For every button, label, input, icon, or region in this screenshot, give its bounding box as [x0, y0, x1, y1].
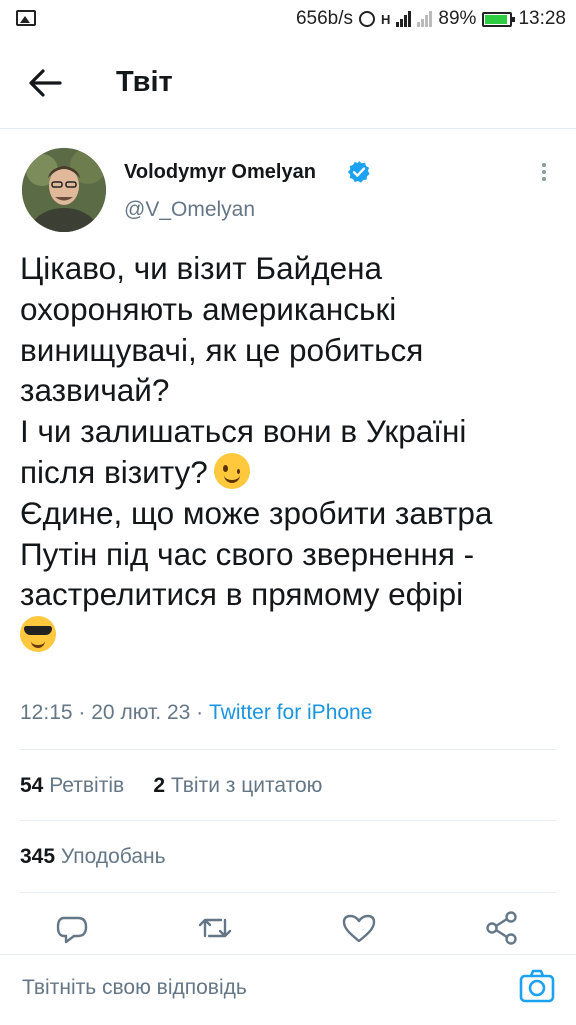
signal-icon — [396, 11, 412, 27]
tweet-meta: 12:15 · 20 лют. 23 · Twitter for iPhone — [20, 701, 372, 725]
tweet-line: зазвичай? — [20, 372, 170, 409]
retweets-count: 54 — [20, 774, 44, 797]
tweet-line: Цікаво, чи візит Байдена — [20, 250, 383, 286]
retweets-label: Ретвітів — [49, 774, 125, 797]
sunglasses-face-icon — [20, 616, 56, 653]
retweets-stat[interactable]: 54 Ретвітів — [20, 774, 124, 797]
tweet-line: винищувачі, як це робиться — [20, 331, 424, 368]
tweet-line: Путін під час свого звернення - — [20, 535, 475, 572]
tweet-text: Цікаво, чи візит Байдена охороняють амер… — [20, 248, 565, 656]
app-header: Твіт — [0, 38, 576, 129]
camera-icon[interactable] — [518, 967, 556, 1005]
avatar[interactable] — [22, 148, 106, 232]
quotes-label: Твіти з цитатою — [170, 774, 323, 797]
retweet-icon[interactable] — [193, 906, 237, 950]
alarm-icon — [359, 11, 376, 27]
tweet-line: охороняють американські — [20, 290, 397, 327]
tweet-time: 12:15 — [20, 701, 73, 724]
gallery-notification-icon — [16, 10, 36, 26]
share-icon[interactable] — [480, 906, 524, 950]
clock: 13:28 — [518, 8, 566, 29]
reply-composer — [0, 954, 576, 1025]
stats-row-likes: 345 Уподобань — [20, 845, 166, 869]
signal-icon-sim2 — [417, 11, 433, 27]
meta-separator: · — [78, 701, 86, 724]
divider — [20, 749, 556, 750]
avatar-photo — [22, 148, 106, 232]
tweet-date: 20 лют. 23 — [91, 701, 191, 724]
battery-icon — [482, 11, 516, 27]
quotes-stat[interactable]: 2 Твіти з цитатою — [153, 774, 322, 797]
status-bar: 656b/s H 89% 13:28 — [0, 0, 576, 38]
reply-icon[interactable] — [50, 906, 94, 950]
more-options-icon[interactable] — [532, 160, 556, 188]
author-name[interactable]: Volodymyr Omelyan — [124, 161, 316, 184]
like-icon[interactable] — [337, 906, 381, 950]
likes-stat[interactable]: 345 Уподобань — [20, 845, 166, 868]
divider — [20, 892, 556, 893]
tweet-actions — [0, 906, 576, 952]
tweet-line-emoji — [20, 615, 565, 656]
likes-label: Уподобань — [60, 845, 166, 868]
arrow-left-icon[interactable] — [28, 68, 62, 98]
winking-face-icon — [213, 452, 250, 489]
meta-separator: · — [196, 701, 204, 724]
verified-badge-icon — [348, 161, 370, 183]
reply-input[interactable] — [22, 971, 482, 1005]
tweet-source-link[interactable]: Twitter for iPhone — [209, 701, 372, 724]
status-bar-right: 656b/s H 89% 13:28 — [296, 6, 566, 32]
network-type: H — [381, 11, 391, 27]
divider — [20, 820, 556, 821]
network-speed: 656b/s — [295, 8, 354, 29]
quotes-count: 2 — [153, 774, 166, 797]
author-handle[interactable]: @V_Omelyan — [124, 198, 255, 222]
page-title: Твіт — [116, 66, 173, 98]
tweet-line: І чи залишаться вони в Україні — [20, 413, 467, 450]
tweet-line: після візиту? — [20, 453, 208, 490]
tweet-line-with-emoji: після візиту? — [20, 452, 565, 493]
stats-row-retweets: 54 Ретвітів 2 Твіти з цитатою — [20, 774, 322, 798]
battery-percent: 89% — [438, 8, 477, 29]
tweet-line: застрелитися в прямому ефірі — [20, 576, 464, 613]
likes-count: 345 — [20, 845, 56, 868]
tweet-line: Єдине, що може зробити завтра — [20, 494, 493, 531]
